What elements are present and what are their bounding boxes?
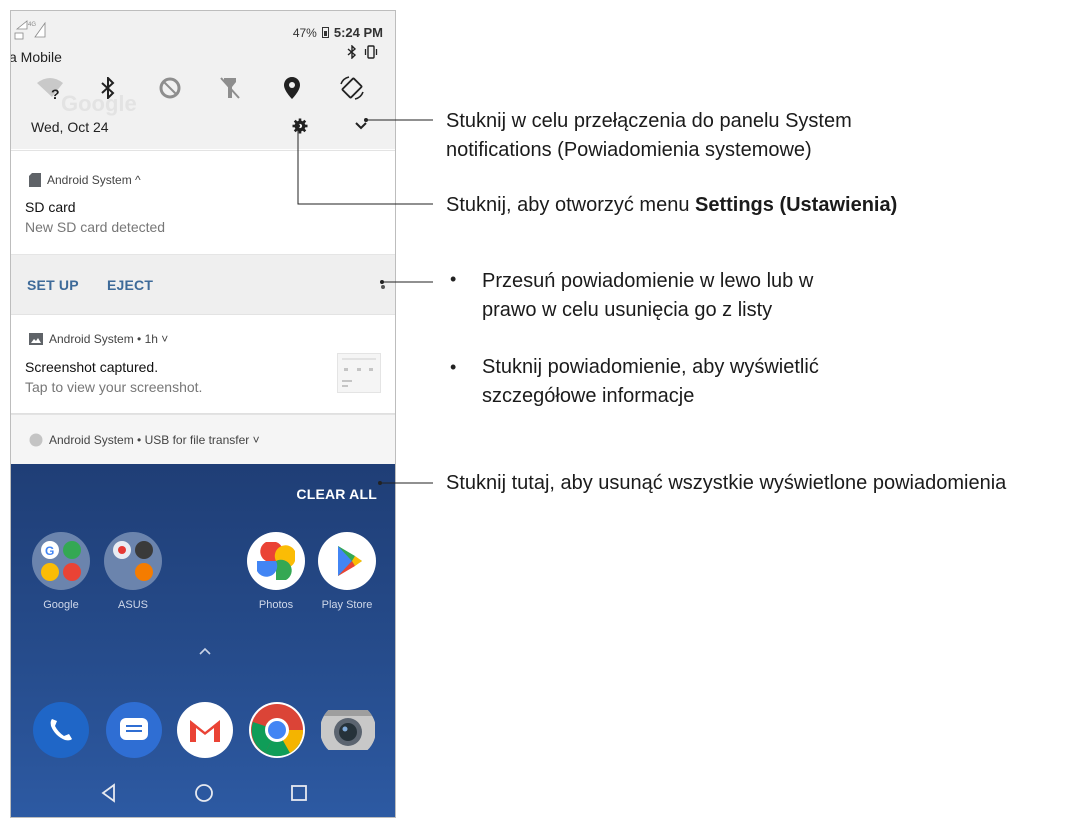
callout-swipe: Przesuń powiadomienie w lewo lub w prawo…	[482, 267, 813, 325]
callout-tap-line2: szczegółowe informacje	[482, 385, 695, 407]
callout-settings-bold: Settings (Ustawienia)	[695, 194, 898, 216]
callout-swipe-line2: prawo w celu usunięcia go z listy	[482, 299, 773, 321]
callout-panel-line2: notifications (Powiadomienia systemowe)	[446, 139, 812, 161]
callout-panel-line1: Stuknij w celu przełączenia do panelu Sy…	[446, 110, 852, 132]
callout-panel-switch: Stuknij w celu przełączenia do panelu Sy…	[446, 107, 852, 165]
bullet-tap: •	[450, 357, 457, 377]
callout-tap: Stuknij powiadomienie, aby wyświetlić sz…	[482, 353, 819, 411]
bullet-swipe: •	[450, 269, 457, 289]
callout-tap-line1: Stuknij powiadomienie, aby wyświetlić	[482, 356, 819, 378]
callout-settings-prefix: Stuknij, aby otworzyć menu	[446, 194, 695, 216]
callout-clear-all: Stuknij tutaj, aby usunąć wszystkie wyśw…	[446, 472, 1007, 494]
callout-swipe-line1: Przesuń powiadomienie w lewo lub w	[482, 270, 814, 292]
callout-settings: Stuknij, aby otworzyć menu Settings (Ust…	[446, 191, 897, 220]
